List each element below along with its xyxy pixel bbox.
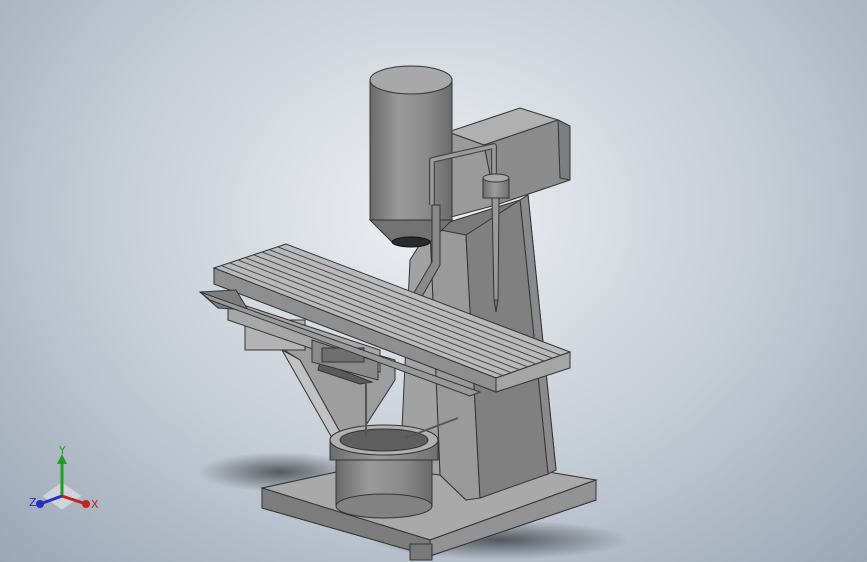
x-axis-tip xyxy=(82,500,90,508)
y-axis-label: Y xyxy=(58,444,66,457)
z-axis-label: Z xyxy=(29,496,37,509)
graphics-viewport[interactable]: Y X Z xyxy=(0,0,867,562)
view-orientation-triad[interactable]: Y X Z xyxy=(22,440,112,520)
x-axis-label: X xyxy=(91,498,99,511)
overarm[interactable] xyxy=(439,107,571,221)
model-view[interactable] xyxy=(0,0,867,562)
z-axis-tip xyxy=(36,500,44,508)
